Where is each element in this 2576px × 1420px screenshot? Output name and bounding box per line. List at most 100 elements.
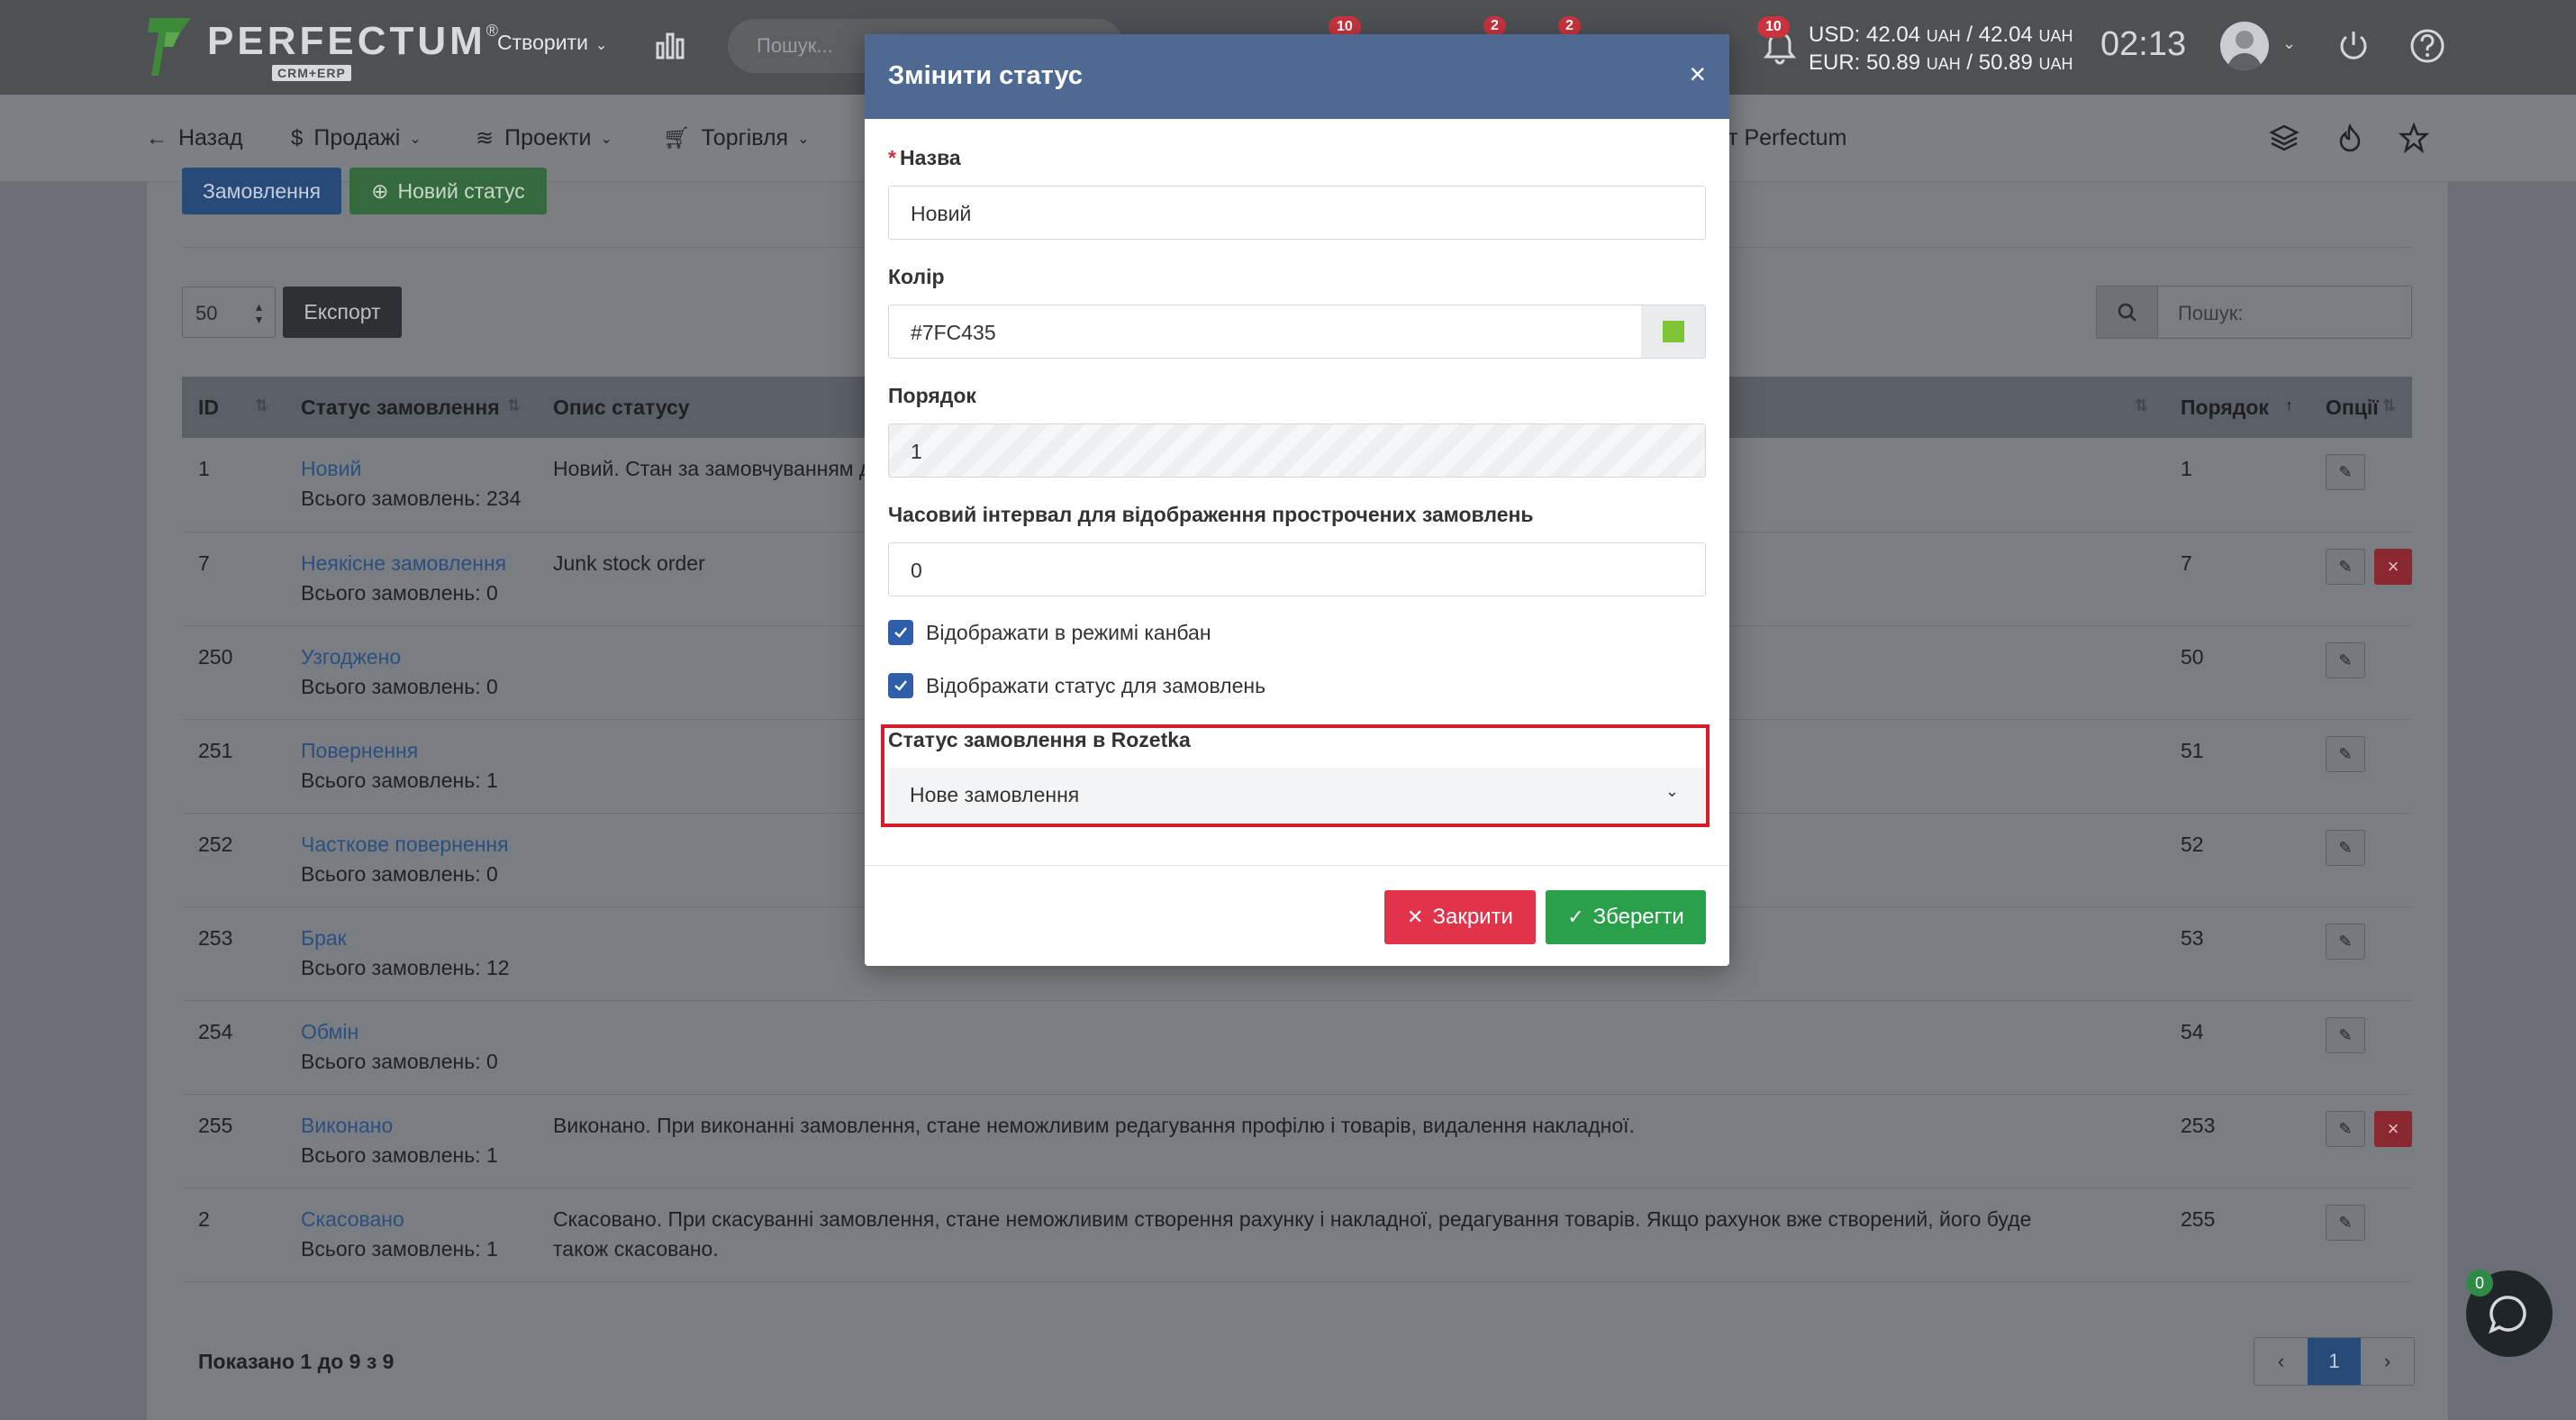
cell-order: 253 [2164,1094,2309,1188]
cell-status: Скасовано Всього замовлень: 1 [285,1188,537,1282]
search-icon [2118,303,2136,322]
rozetka-status-select[interactable]: Нове замовлення ⌄ [888,768,1706,822]
col-order[interactable]: Порядок ↑ [2164,377,2309,438]
search-button[interactable] [2097,287,2158,338]
edit-icon[interactable]: ✎ [2326,1110,2365,1147]
cell-status: Виконано Всього замовлень: 1 [285,1094,537,1188]
usd-rate: USD: 42.04 [1809,23,1921,47]
modal-header: Змінити статус × [865,34,1729,119]
interval-label: Часовий інтервал для відображення простр… [888,503,1534,526]
show-status-checkbox[interactable]: Відображати статус для замовлень [888,673,1265,698]
export-label: Експорт [304,300,381,323]
per-page-select[interactable]: 50 ▴ ▾ [182,287,276,338]
edit-icon[interactable]: ✎ [2326,548,2365,585]
usd-rate-2: / 42.04 [1960,23,2033,47]
modal-footer-divider [865,865,1729,866]
pagination: ‹ 1 › [2254,1337,2415,1386]
dollar-icon: $ [291,125,304,150]
avatar[interactable] [2220,22,2269,70]
edit-icon[interactable]: ✎ [2326,829,2365,866]
cell-order: 52 [2164,813,2309,907]
edit-icon[interactable]: ✎ [2326,923,2365,960]
status-link[interactable]: Брак [301,924,537,953]
table-row: 254 Обмін Всього замовлень: 0 54 ✎ [182,1000,2412,1095]
sort-icon: ⇅ [254,396,268,414]
create-menu[interactable]: Створити ⌄ [497,31,607,55]
edit-icon[interactable]: ✎ [2326,642,2365,678]
close-icon[interactable]: × [1689,58,1706,91]
perfectum-menu[interactable]: ет Perfectum [1716,125,1846,151]
col-order-label: Порядок [2181,395,2269,419]
edit-icon[interactable]: ✎ [2326,1016,2365,1053]
name-field[interactable]: Новий [888,186,1706,240]
check-icon: ✓ [1567,906,1584,928]
new-status-label: Новий статус [397,178,525,203]
cell-status: Брак Всього замовлень: 12 [285,906,537,1001]
kanban-checkbox[interactable]: Відображати в режимі канбан [888,620,1211,645]
col-status[interactable]: Статус замовлення ⇅ [285,377,537,438]
chevron-down-icon[interactable]: ⌄ [2282,34,2296,53]
new-status-button[interactable]: ⊕ Новий статус [349,168,547,214]
cell-id: 1 [182,438,285,532]
cart-icon: 🛒︎ [663,126,691,150]
delete-icon[interactable]: × [2374,548,2412,585]
bar-chart-icon[interactable] [652,27,688,63]
select-arrows-icon: ▴ ▾ [255,299,262,326]
color-picker-button[interactable] [1641,305,1706,359]
next-page-button[interactable]: › [2361,1338,2414,1385]
close-icon: ✕ [1407,906,1424,928]
color-field[interactable]: #7FC435 [888,305,1643,359]
export-button[interactable]: Експорт [283,287,402,338]
cell-status: Новий Всього замовлень: 234 [285,438,537,532]
status-link[interactable]: Новий [301,454,537,484]
logo-text: PERFECTUM [207,19,486,63]
table-search-input[interactable]: Пошук: [2158,287,2411,338]
eur-unit: UAH [1926,55,1961,73]
edit-icon[interactable]: ✎ [2326,1204,2365,1241]
projects-menu[interactable]: ≋ Проекти ⌄ [476,125,612,151]
status-count: Всього замовлень: 1 [301,768,498,792]
edit-icon[interactable]: ✎ [2326,735,2365,772]
interval-field[interactable]: 0 [888,542,1706,596]
cell-order: 50 [2164,625,2309,720]
star-icon[interactable] [2399,123,2429,153]
trade-menu[interactable]: 🛒︎ Торгівля ⌄ [663,125,810,151]
arrow-left-icon: ← [146,125,168,150]
close-button[interactable]: ✕ Закрити [1384,890,1536,944]
page-button[interactable]: 1 [2308,1338,2361,1385]
fire-icon[interactable] [2335,123,2365,153]
status-link[interactable]: Неякісне замовлення [301,549,537,578]
layers-icon[interactable] [2269,123,2299,153]
sales-menu[interactable]: $ Продажі ⌄ [291,125,422,151]
power-icon[interactable] [2336,29,2371,63]
prev-page-button[interactable]: ‹ [2254,1338,2308,1385]
back-link[interactable]: ← Назад [146,125,243,151]
status-link[interactable]: Виконано [301,1111,537,1141]
cell-status: Часткове повернення Всього замовлень: 0 [285,813,537,907]
required-mark: * [888,146,896,169]
cell-id: 251 [182,719,285,814]
help-icon[interactable] [2409,28,2445,64]
clock: 02:13 [2100,25,2187,63]
status-link[interactable]: Обмін [301,1017,537,1047]
chevron-down-icon: ⌄ [600,131,612,147]
table-row: 2 Скасовано Всього замовлень: 1 Скасовано. … [182,1188,2412,1282]
orders-button[interactable]: Замовлення [182,168,341,214]
delete-icon[interactable]: × [2374,1110,2412,1147]
col-id[interactable]: ID ⇅ [182,377,285,438]
status-link[interactable]: Скасовано [301,1205,537,1234]
chevron-down-icon: ⌄ [797,131,810,147]
status-link[interactable]: Часткове повернення [301,830,537,860]
col-options[interactable]: Опції ⇅ [2309,377,2412,438]
status-link[interactable]: Узгоджено [301,642,537,672]
status-count: Всього замовлень: 0 [301,674,498,698]
status-count: Всього замовлень: 0 [301,1049,498,1073]
save-button[interactable]: ✓ Зберегти [1546,890,1706,944]
cell-id: 250 [182,625,285,720]
sort-icon: ⇅ [2134,396,2148,414]
edit-icon[interactable]: ✎ [2326,454,2365,490]
notification-badge-4: 10 [1757,16,1790,38]
per-page-value: 50 [195,302,218,324]
status-link[interactable]: Повернення [301,736,537,766]
logo[interactable]: PERFECTUM® CRM+ERP [146,14,498,83]
